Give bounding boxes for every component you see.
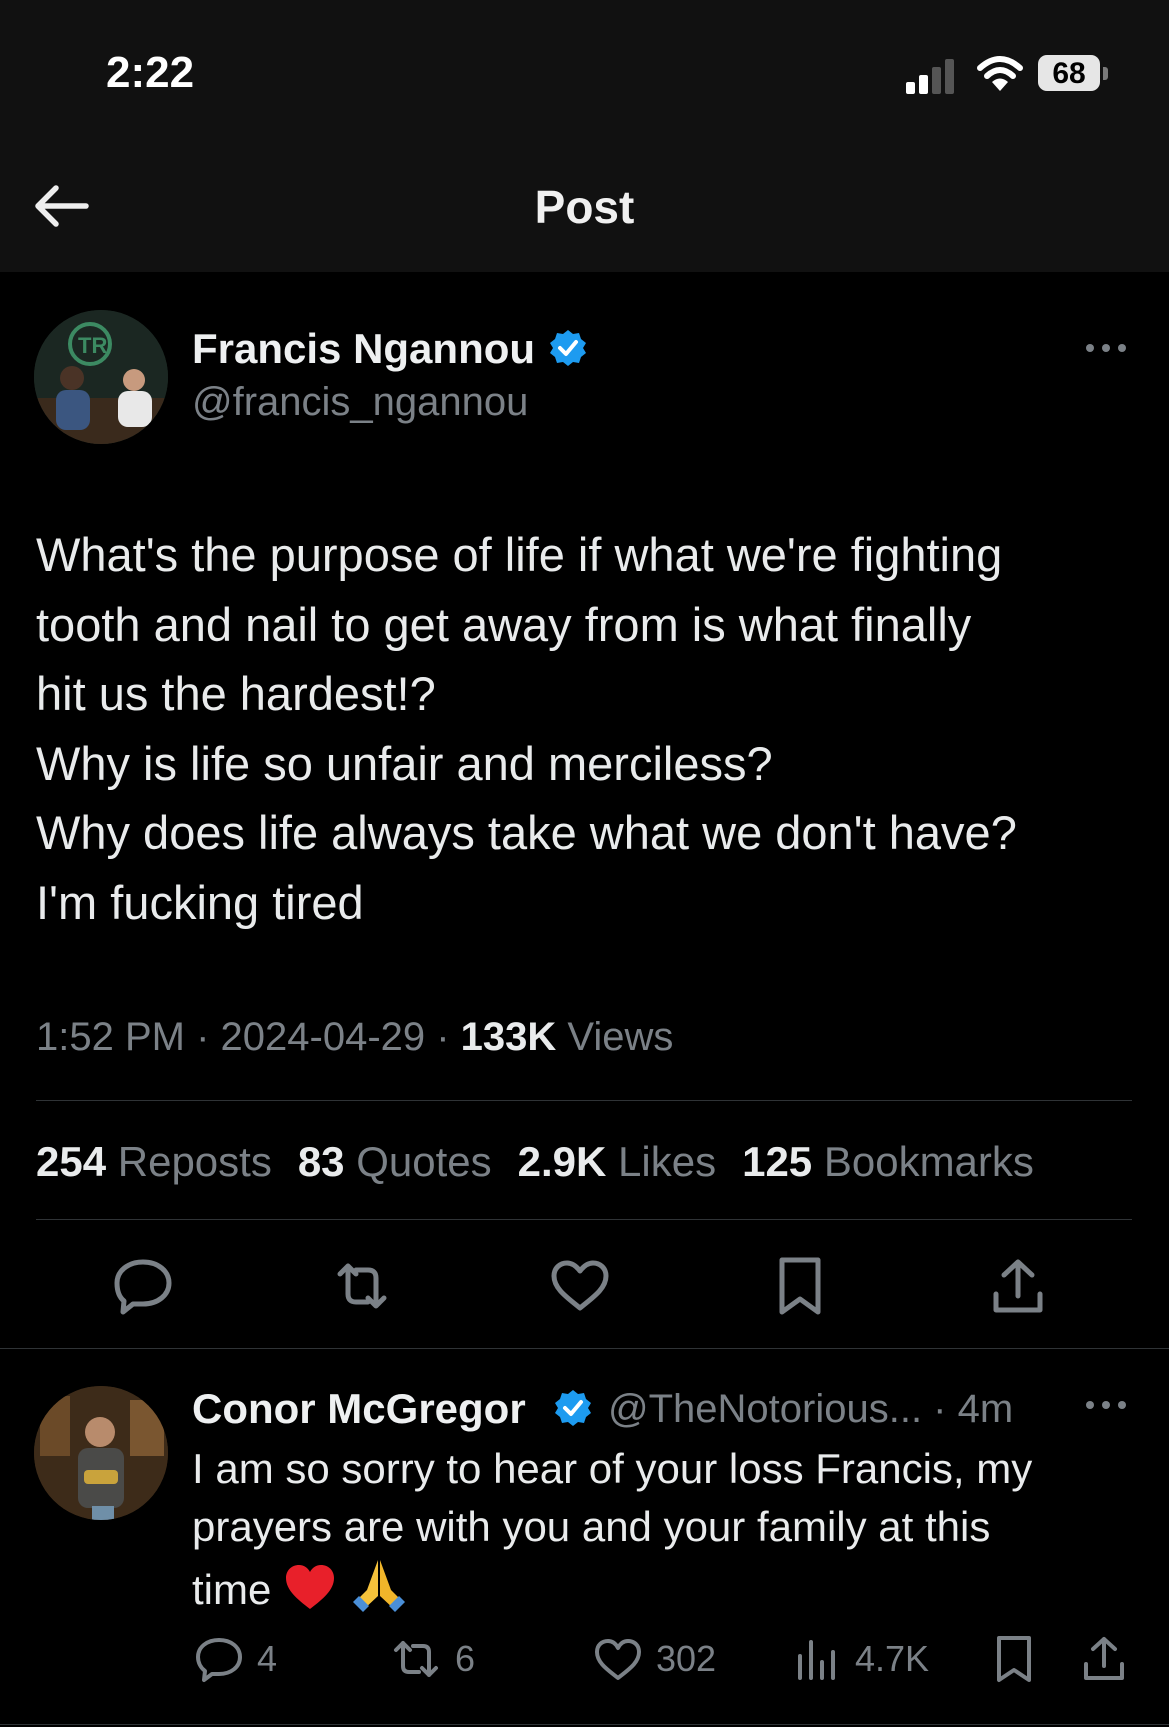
bookmarks-stat[interactable]: 125 Bookmarks — [742, 1138, 1034, 1185]
reply-handle-time: @TheNotorious... · 4m — [608, 1387, 1014, 1431]
verified-badge-icon — [555, 1390, 591, 1426]
post-text-line: hit us the hardest!? — [36, 667, 436, 720]
wifi-icon — [977, 56, 1023, 91]
reply-author-avatar[interactable] — [34, 1386, 168, 1520]
reply-count: 4 — [257, 1638, 278, 1679]
reply-text-line: time — [192, 1566, 272, 1613]
more-options-icon[interactable] — [1084, 1397, 1128, 1413]
divider — [0, 1724, 1169, 1725]
views-count: 4.7K — [855, 1638, 930, 1679]
post-text-line: Why does life always take what we don't … — [36, 806, 1017, 859]
top-bar: 2:22 68 Post — [0, 0, 1169, 272]
page-title: Post — [534, 181, 635, 233]
verified-badge-icon — [550, 330, 586, 366]
like-icon[interactable] — [548, 1254, 612, 1318]
folded-hands-emoji — [352, 1560, 405, 1612]
battery-level: 68 — [1052, 57, 1086, 90]
bookmark-icon[interactable] — [992, 1634, 1036, 1684]
like-count: 302 — [656, 1638, 717, 1679]
reply-text-line: prayers are with you and your family at … — [192, 1503, 991, 1550]
repost-count: 6 — [455, 1638, 476, 1679]
status-time: 2:22 — [106, 48, 195, 97]
post-text-line: What's the purpose of life if what we're… — [36, 528, 1003, 581]
reply-author-handle[interactable]: @TheNotorious... — [608, 1387, 922, 1431]
reply-author-name[interactable]: Conor McGregor — [192, 1385, 526, 1433]
author-handle[interactable]: @francis_ngannou — [192, 380, 528, 425]
reply-text: I am so sorry to hear of your loss Franc… — [192, 1440, 1152, 1619]
views-label[interactable]: Views — [567, 1015, 673, 1059]
like-icon[interactable] — [593, 1634, 643, 1684]
quotes-stat[interactable]: 83 Quotes — [298, 1138, 492, 1185]
share-icon[interactable] — [1080, 1634, 1128, 1684]
bookmark-icon[interactable] — [768, 1254, 832, 1318]
post-meta: 1:52 PM · 2024-04-29 · 133K Views — [36, 1015, 674, 1059]
repost-icon[interactable] — [330, 1254, 394, 1318]
divider — [36, 1219, 1132, 1220]
views-icon[interactable] — [794, 1634, 838, 1684]
author-avatar[interactable]: TR — [34, 310, 168, 444]
post-date: 2024-04-29 — [220, 1015, 426, 1059]
share-icon[interactable] — [986, 1254, 1050, 1318]
svg-text:TR: TR — [78, 333, 107, 358]
cellular-signal-icon — [906, 59, 954, 94]
engagement-stats: 254 Reposts 83 Quotes 2.9K Likes 125 Bookma… — [36, 1138, 1034, 1186]
reply-time: 4m — [957, 1387, 1014, 1431]
post-text-line: I'm fucking tired — [36, 875, 364, 929]
red-heart-emoji — [286, 1565, 335, 1609]
divider — [36, 1100, 1132, 1101]
reply-icon[interactable] — [194, 1634, 244, 1684]
battery-indicator: 68 — [1038, 55, 1112, 93]
author-name[interactable]: Francis Ngannou — [192, 325, 535, 373]
views-count: 133K — [460, 1015, 557, 1059]
reply-icon[interactable] — [111, 1254, 175, 1318]
post-text-line: Why is life so unfair and merciless? — [36, 736, 773, 790]
divider — [0, 1348, 1169, 1349]
reposts-stat[interactable]: 254 Reposts — [36, 1138, 272, 1185]
post-text-line: tooth and nail to get away from is what … — [36, 597, 972, 651]
likes-stat[interactable]: 2.9K Likes — [518, 1138, 716, 1185]
reply-text-line: I am so sorry to hear of your loss Franc… — [192, 1445, 1033, 1492]
post-text: What's the purpose of life if what we're… — [36, 520, 1146, 937]
more-options-icon[interactable] — [1084, 340, 1128, 356]
repost-icon[interactable] — [390, 1634, 442, 1684]
post-time: 1:52 PM — [36, 1015, 185, 1059]
